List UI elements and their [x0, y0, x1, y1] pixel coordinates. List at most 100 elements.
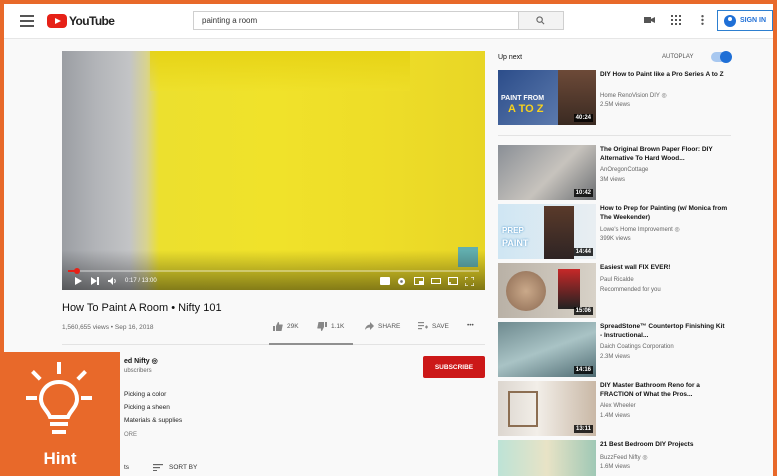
item-channel: Home RenoVision DIY ◎ — [600, 93, 667, 99]
autoplay-toggle[interactable] — [711, 51, 732, 63]
item-views: 1.6M views — [600, 464, 631, 470]
up-next-item[interactable]: PREP PAINT 14:44 How to Prep for Paintin… — [498, 204, 738, 262]
duration-badge: 40:24 — [573, 114, 593, 122]
subscribe-button[interactable]: SUBSCRIBE — [423, 356, 485, 378]
hint-button[interactable]: Hint — [0, 352, 120, 476]
item-views: 3M views — [600, 177, 626, 183]
playlist-add-icon — [418, 322, 428, 330]
item-channel: Daich Coatings Corporation — [600, 344, 674, 350]
show-more-link[interactable]: ORE — [124, 432, 137, 438]
item-views: 1.4M views — [600, 413, 631, 419]
logo-text: YouTube — [69, 14, 115, 28]
create-video-icon[interactable] — [644, 15, 655, 25]
sort-by-button[interactable]: SORT BY — [153, 464, 197, 471]
dislike-count: 1.1K — [331, 323, 345, 330]
item-channel: Alex Wheeler — [600, 403, 636, 409]
up-next-item[interactable]: 15:06 Easiest wall FIX EVER! Paul Ricald… — [498, 263, 738, 321]
more-vert-icon[interactable] — [701, 15, 704, 25]
settings-gear-icon[interactable] — [397, 277, 406, 286]
video-thumbnail[interactable]: PREP PAINT 14:44 — [498, 204, 596, 259]
up-next-item[interactable]: PAINT FROM A TO Z 40:24 DIY How to Paint… — [498, 70, 738, 128]
description-line: Picking a sheen — [124, 404, 170, 411]
sort-icon — [153, 464, 163, 471]
video-title: How To Paint A Room • Nifty 101 — [62, 302, 222, 314]
thumbnail-text: PAINT FROM — [501, 95, 545, 102]
up-next-heading: Up next — [498, 54, 523, 61]
video-meta: 1,560,655 views • Sep 16, 2018 — [62, 324, 154, 331]
thumbs-down-icon — [317, 322, 327, 331]
progress-bar[interactable] — [68, 268, 479, 274]
item-views: 399K views — [600, 236, 631, 242]
duration-badge: 14:16 — [573, 366, 593, 374]
thumbnail-plate — [506, 271, 546, 311]
item-title[interactable]: Easiest wall FIX EVER! — [600, 264, 728, 273]
item-title[interactable]: SpreadStone™ Countertop Finishing Kit - … — [600, 323, 728, 340]
thumbnail-tool — [558, 269, 580, 309]
video-player[interactable]: 0:17 / 13:00 — [62, 51, 485, 290]
theater-mode-icon[interactable] — [431, 277, 441, 285]
top-bar: YouTube painting a room SIGN IN — [4, 4, 773, 39]
description-line: Picking a color — [124, 391, 167, 398]
thumbnail-text: A TO Z — [508, 103, 544, 115]
share-button[interactable]: SHARE — [365, 322, 400, 330]
hint-label: Hint — [43, 449, 77, 468]
item-channel: BuzzFeed Nifty ◎ — [600, 455, 648, 461]
paint-roller-stroke — [150, 51, 410, 91]
up-next-item[interactable]: 13:11 DIY Master Bathroom Reno for a FRA… — [498, 381, 738, 439]
description-line: Materials & supplies — [124, 417, 183, 424]
video-thumbnail[interactable]: 15:06 — [498, 263, 596, 318]
video-thumbnail[interactable]: PAINT FROM A TO Z 40:24 — [498, 70, 596, 125]
sentiment-bar — [269, 343, 353, 345]
scrubber-handle[interactable] — [74, 268, 81, 274]
video-thumbnail[interactable]: 10:42 — [498, 145, 596, 200]
comments-count: ts — [124, 464, 130, 471]
video-thumbnail[interactable]: 14:16 — [498, 322, 596, 377]
up-next-item[interactable]: 14:16 SpreadStone™ Countertop Finishing … — [498, 322, 738, 380]
captions-icon[interactable] — [380, 277, 390, 285]
more-actions-button[interactable]: ••• — [467, 322, 474, 329]
video-thumbnail[interactable] — [498, 440, 596, 476]
share-icon — [365, 322, 374, 330]
sidebar-divider — [498, 135, 731, 136]
sign-in-label: SIGN IN — [740, 17, 767, 24]
miniplayer-icon[interactable] — [414, 277, 424, 285]
item-title[interactable]: DIY How to Paint like a Pro Series A to … — [600, 71, 728, 80]
up-next-item[interactable]: 10:42 The Original Brown Paper Floor: DI… — [498, 145, 738, 203]
item-title[interactable]: DIY Master Bathroom Reno for a FRACTION … — [600, 382, 728, 399]
cast-icon[interactable] — [448, 277, 458, 285]
fullscreen-icon[interactable] — [465, 277, 474, 286]
save-label: SAVE — [432, 322, 449, 330]
item-views: 2.5M views — [600, 102, 631, 108]
item-channel: AnOregonCottage — [600, 167, 649, 173]
youtube-logo[interactable]: YouTube — [47, 13, 115, 29]
up-next-item[interactable]: 21 Best Bedroom DIY Projects BuzzFeed Ni… — [498, 440, 738, 476]
account-icon — [724, 14, 736, 27]
item-title[interactable]: How to Prep for Painting (w/ Monica from… — [600, 205, 728, 222]
like-button[interactable]: 29K — [273, 322, 299, 331]
time-display: 0:17 / 13:00 — [125, 278, 157, 284]
like-count: 29K — [287, 323, 299, 330]
video-thumbnail[interactable]: 13:11 — [498, 381, 596, 436]
thumbnail-person — [544, 206, 574, 259]
menu-icon[interactable] — [20, 15, 34, 27]
thumbnail-text: PAINT — [502, 238, 529, 248]
channel-name[interactable]: ed Nifty ◎ — [124, 357, 158, 365]
apps-grid-icon[interactable] — [671, 15, 681, 25]
save-button[interactable]: SAVE — [418, 322, 449, 330]
item-views: 2.3M views — [600, 354, 631, 360]
duration-badge: 15:06 — [573, 307, 593, 315]
toggle-knob — [720, 51, 732, 63]
next-icon[interactable] — [91, 277, 99, 285]
search-input[interactable]: painting a room — [193, 11, 519, 30]
sign-in-button[interactable]: SIGN IN — [717, 10, 773, 31]
item-title[interactable]: 21 Best Bedroom DIY Projects — [600, 441, 728, 450]
item-title[interactable]: The Original Brown Paper Floor: DIY Alte… — [600, 146, 728, 163]
play-icon[interactable] — [74, 277, 82, 285]
volume-icon[interactable] — [108, 277, 118, 285]
thumbs-up-icon — [273, 322, 283, 331]
search-button[interactable] — [519, 11, 564, 30]
lightbulb-icon — [26, 362, 92, 434]
duration-badge: 13:11 — [573, 425, 593, 433]
autoplay-label: AUTOPLAY — [662, 54, 694, 60]
dislike-button[interactable]: 1.1K — [317, 322, 344, 331]
